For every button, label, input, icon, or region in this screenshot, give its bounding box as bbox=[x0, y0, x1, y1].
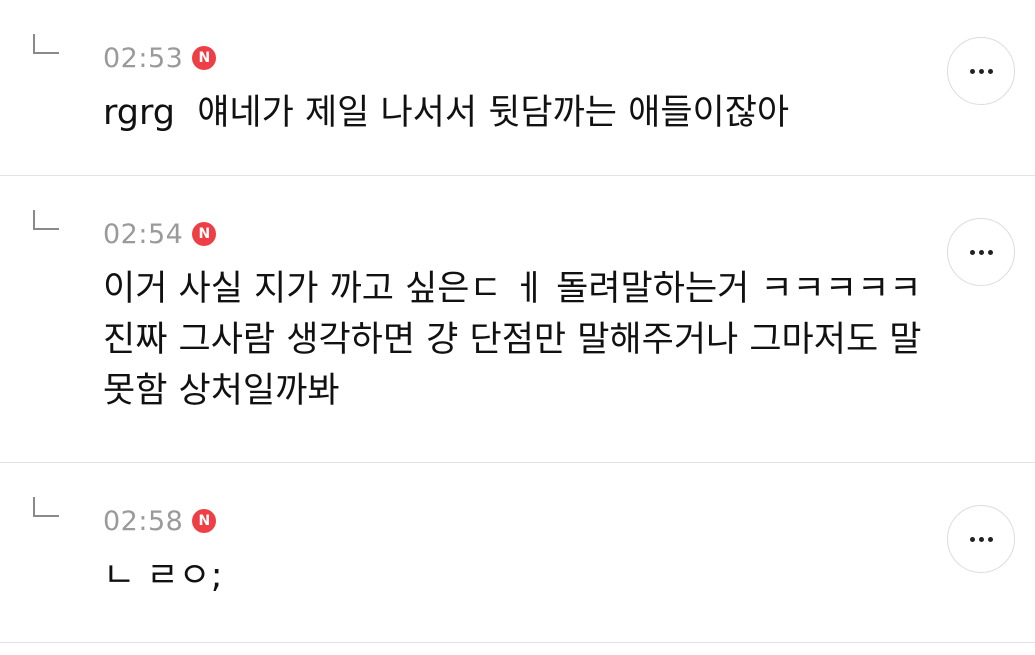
reply-text: 이거 사실 지가 까고 싶은ㄷ ㅔ 돌려말하는거 ㅋㅋㅋㅋㅋ 진짜 그사람 생각… bbox=[103, 269, 933, 411]
reply-arrow-icon bbox=[33, 34, 59, 54]
more-options-icon bbox=[969, 536, 975, 542]
reply-list: 02:53 N rgrg 얘네가 제일 나서서 뒷담까는 애들이잖아 02:54… bbox=[0, 0, 1035, 643]
new-badge-icon: N bbox=[192, 222, 217, 246]
more-options-icon bbox=[978, 68, 984, 74]
more-options-icon bbox=[978, 249, 984, 255]
new-badge-icon: N bbox=[192, 509, 217, 533]
reply-time: 02:58 bbox=[103, 505, 184, 537]
reply-time: 02:54 bbox=[103, 218, 184, 250]
reply-time: 02:53 bbox=[103, 42, 184, 74]
reply-text: rgrg 얘네가 제일 나서서 뒷담까는 애들이잖아 bbox=[103, 93, 790, 133]
reply-meta: 02:53 N bbox=[103, 40, 217, 76]
reply-arrow-icon bbox=[33, 210, 59, 230]
more-options-icon bbox=[987, 249, 993, 255]
more-options-icon bbox=[987, 68, 993, 74]
reply-text: ㄴ ㄹㅇ; bbox=[103, 556, 223, 596]
more-options-icon bbox=[987, 536, 993, 542]
reply-meta: 02:54 N bbox=[103, 216, 217, 252]
new-badge-icon: N bbox=[192, 46, 217, 70]
more-options-button[interactable] bbox=[947, 505, 1015, 573]
reply-meta: 02:58 N bbox=[103, 503, 217, 539]
more-options-button[interactable] bbox=[947, 218, 1015, 286]
more-options-icon bbox=[969, 68, 975, 74]
reply-arrow-icon bbox=[33, 497, 59, 517]
reply-item: 02:53 N rgrg 얘네가 제일 나서서 뒷담까는 애들이잖아 bbox=[0, 0, 1035, 176]
more-options-icon bbox=[969, 249, 975, 255]
reply-item: 02:58 N ㄴ ㄹㅇ; bbox=[0, 463, 1035, 643]
reply-item: 02:54 N 이거 사실 지가 까고 싶은ㄷ ㅔ 돌려말하는거 ㅋㅋㅋㅋㅋ 진… bbox=[0, 176, 1035, 463]
more-options-icon bbox=[978, 536, 984, 542]
more-options-button[interactable] bbox=[947, 37, 1015, 105]
